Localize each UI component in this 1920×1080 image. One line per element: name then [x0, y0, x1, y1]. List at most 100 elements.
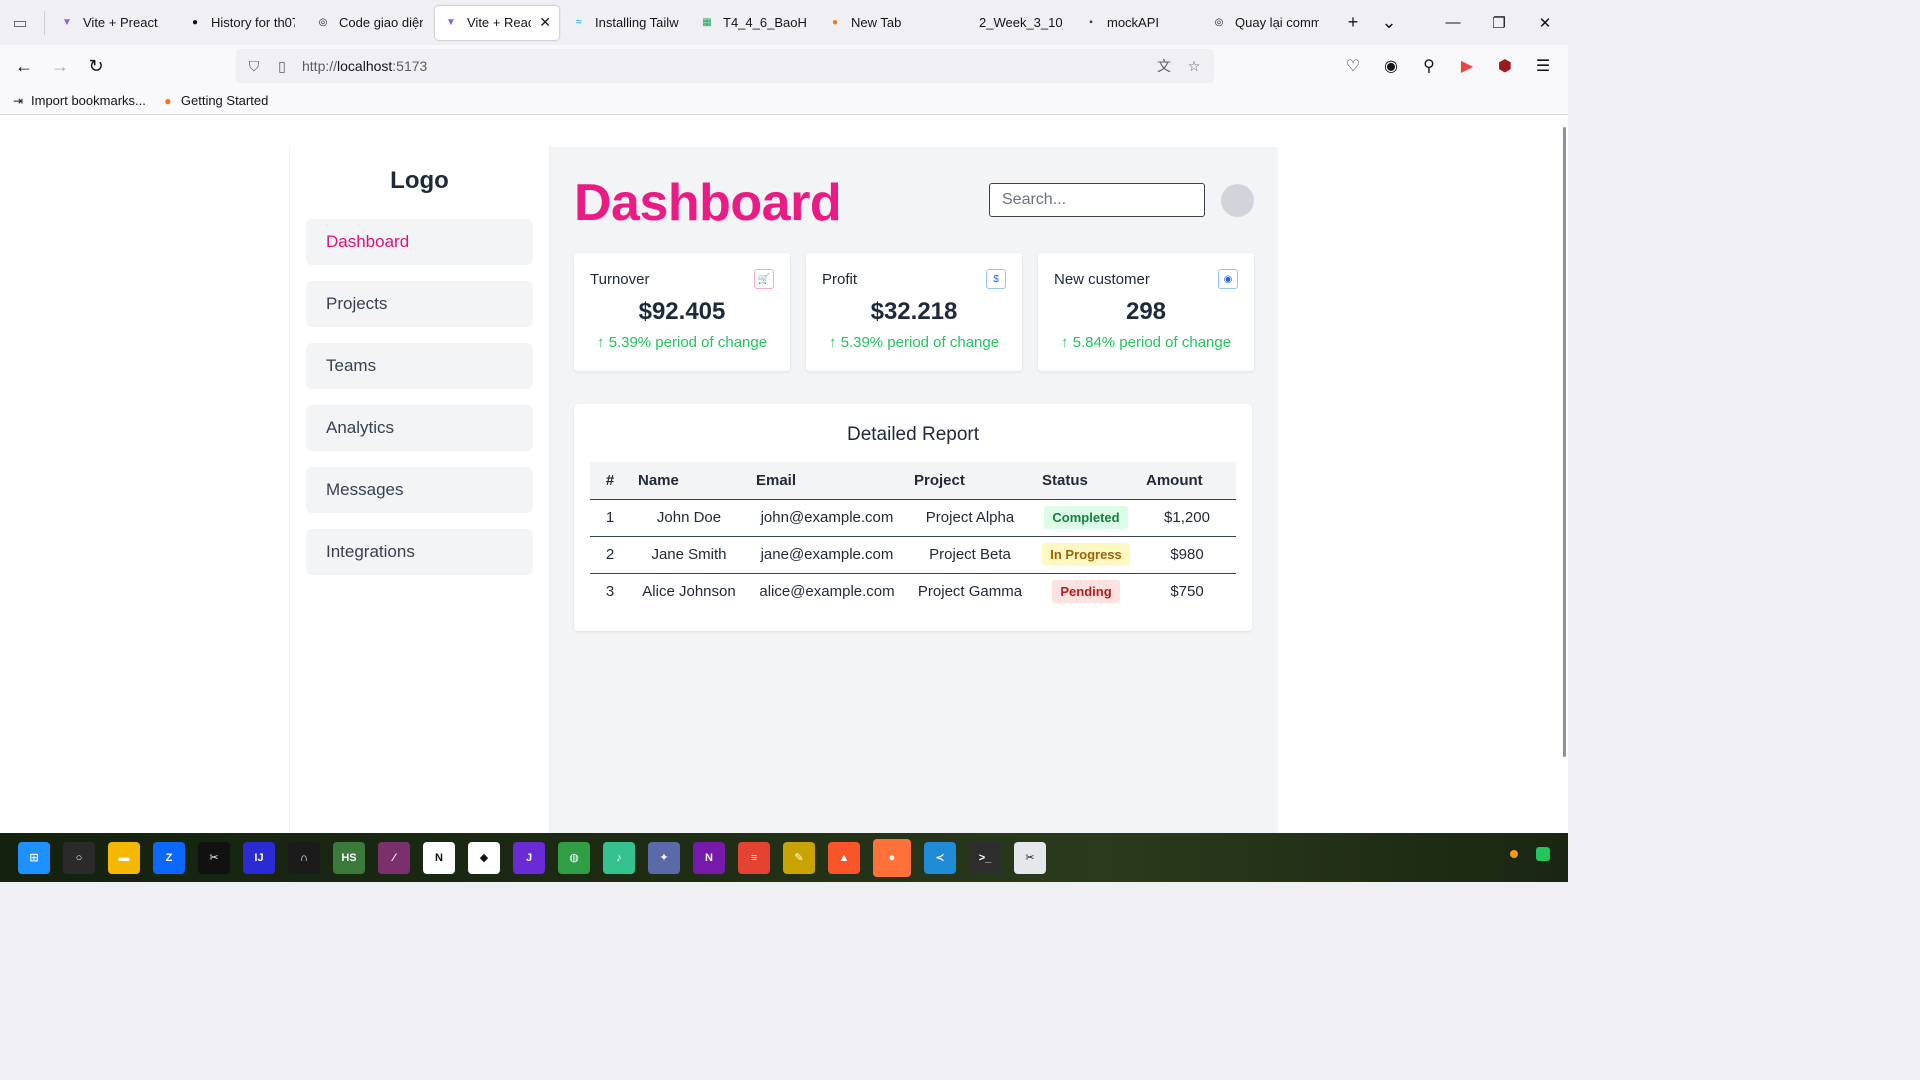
- page-scrollbar[interactable]: [1560, 115, 1568, 833]
- tab[interactable]: ▦ T4_4_6_BaoHa_: [691, 6, 815, 40]
- logo: Logo: [390, 167, 449, 194]
- tab[interactable]: 2_Week_3_10_Reac: [947, 6, 1071, 40]
- search-icon[interactable]: ○: [63, 841, 95, 874]
- bookmark-star-icon[interactable]: ☆: [1180, 52, 1208, 80]
- status-badge: Completed: [1044, 506, 1128, 529]
- bookmarks-toolbar: ⇥ Import bookmarks... ● Getting Started: [0, 87, 1568, 115]
- page-title: Dashboard: [574, 174, 842, 232]
- sidebar-item-projects[interactable]: Projects: [306, 281, 533, 327]
- extensions-icon[interactable]: ⚲: [1412, 49, 1446, 83]
- customer-icon: ◉: [1218, 269, 1238, 289]
- terminal-icon[interactable]: >_: [969, 841, 1001, 874]
- main-content: Dashboard Turnover 🛒 $92.405 ↑ 5.39% period…: [550, 147, 1278, 833]
- close-tab-icon[interactable]: ✕: [539, 14, 551, 31]
- stat-card: Turnover 🛒 $92.405 ↑ 5.39% period of change: [574, 253, 790, 371]
- vscode-icon[interactable]: ≺: [924, 841, 956, 874]
- app-icon[interactable]: ⁄: [378, 841, 410, 874]
- detailed-report: Detailed Report # Name Email Project Sta…: [574, 404, 1252, 631]
- firefox-view-icon[interactable]: ▭: [0, 0, 40, 45]
- tab-title: History for th07: [211, 15, 295, 30]
- notification-dot-icon[interactable]: [1510, 850, 1518, 858]
- back-button[interactable]: ←: [6, 50, 42, 82]
- window-close-button[interactable]: ✕: [1522, 0, 1568, 45]
- mockapi-icon: ▪: [1089, 17, 1093, 28]
- youtube-extension-icon[interactable]: ▶: [1450, 49, 1484, 83]
- tab[interactable]: ≈ Installing Tailwi: [563, 6, 687, 40]
- tab[interactable]: ◎ Quay lại comm: [1203, 6, 1327, 40]
- app-icon[interactable]: ∩: [288, 841, 320, 874]
- intellij-icon[interactable]: IJ: [243, 841, 275, 874]
- url-text[interactable]: http://localhost:5173: [302, 58, 427, 74]
- new-tab-button[interactable]: +: [1335, 5, 1371, 41]
- ublock-icon[interactable]: ⬢: [1488, 49, 1522, 83]
- dashboard-app: Logo Dashboard Projects Teams Analytics Mess…: [290, 147, 1278, 833]
- todoist-icon[interactable]: ≡: [738, 841, 770, 874]
- app-icon[interactable]: ✦: [648, 841, 680, 874]
- tray-app-icon[interactable]: [1536, 847, 1550, 861]
- firefox-icon[interactable]: ●: [873, 838, 911, 877]
- sheets-icon: ▦: [702, 17, 712, 28]
- file-explorer-icon[interactable]: ▬: [108, 841, 140, 874]
- cell-status: In Progress: [1034, 536, 1138, 573]
- column-header-number: #: [605, 471, 615, 489]
- jetbrains-icon[interactable]: J: [513, 841, 545, 874]
- sidebar-item-messages[interactable]: Messages: [306, 467, 533, 513]
- cell-name: John Doe: [656, 509, 722, 526]
- sidebar-item-teams[interactable]: Teams: [306, 343, 533, 389]
- tab[interactable]: ◎ Code giao diện: [307, 6, 431, 40]
- stat-card: New customer ◉ 298 ↑ 5.84% period of change: [1038, 253, 1254, 371]
- snipping-tool-icon[interactable]: ✂: [1014, 841, 1046, 874]
- cell-amount: $750: [1170, 583, 1204, 601]
- zalo-icon[interactable]: Z: [153, 841, 185, 874]
- card-label: Turnover: [590, 271, 650, 288]
- page-viewport: Logo Dashboard Projects Teams Analytics Mess…: [0, 115, 1568, 833]
- url-bar[interactable]: ⛉ ▯ http://localhost:5173 文 ☆: [236, 49, 1214, 83]
- sidebar-item-dashboard[interactable]: Dashboard: [306, 219, 533, 265]
- microphone-icon[interactable]: ♪: [603, 841, 635, 874]
- tab[interactable]: ● History for th07: [179, 6, 303, 40]
- capcut-icon[interactable]: ✂: [198, 841, 230, 874]
- pocket-icon[interactable]: ♡: [1336, 49, 1370, 83]
- column-header-status: Status: [1042, 471, 1088, 489]
- sidebar-item-integrations[interactable]: Integrations: [306, 529, 533, 575]
- tab-title: Quay lại comm: [1235, 15, 1319, 30]
- github-icon: ●: [191, 17, 199, 28]
- cell-email: john@example.com: [760, 509, 894, 526]
- tab[interactable]: ▼ Vite + Preact: [51, 6, 175, 40]
- brave-icon[interactable]: ▲: [828, 841, 860, 874]
- chrome-icon[interactable]: ◍: [558, 841, 590, 874]
- avatar[interactable]: [1221, 183, 1254, 217]
- chatgpt-icon: ◎: [1214, 17, 1224, 28]
- account-icon[interactable]: ◉: [1374, 49, 1408, 83]
- tab[interactable]: ▼ Vite + React ✕: [435, 5, 559, 40]
- bookmark-import[interactable]: ⇥ Import bookmarks...: [10, 93, 146, 109]
- cell-email: jane@example.com: [760, 546, 894, 563]
- vite-icon: ▼: [62, 17, 72, 28]
- list-all-tabs-button[interactable]: ⌄: [1371, 5, 1407, 41]
- sidebar-item-analytics[interactable]: Analytics: [306, 405, 533, 451]
- onenote-icon[interactable]: N: [693, 841, 725, 874]
- sidebar-item-label: Dashboard: [326, 232, 410, 251]
- bookmark-getting-started[interactable]: ● Getting Started: [160, 93, 268, 109]
- app-icon[interactable]: ✎: [783, 841, 815, 874]
- tab[interactable]: ● New Tab: [819, 6, 943, 40]
- menu-icon[interactable]: ☰: [1526, 49, 1560, 83]
- page-info-icon[interactable]: ▯: [268, 52, 296, 80]
- forward-button[interactable]: →: [42, 50, 78, 82]
- report-table: # Name Email Project Status Amount 1 John…: [590, 462, 1236, 610]
- tab-title: New Tab: [851, 15, 902, 30]
- minimize-button[interactable]: —: [1430, 0, 1476, 45]
- search-input[interactable]: [989, 183, 1205, 217]
- reload-button[interactable]: ↻: [78, 50, 114, 82]
- tab[interactable]: ▪ mockAPI: [1075, 6, 1199, 40]
- hs-icon[interactable]: HS: [333, 841, 365, 874]
- restore-button[interactable]: ❐: [1476, 0, 1522, 45]
- notion-icon[interactable]: N: [423, 841, 455, 874]
- report-table-body: 1 John Doe john@example.com Project Alpha Co…: [590, 499, 1236, 610]
- blank-icon: [955, 15, 971, 31]
- scrollbar-thumb[interactable]: [1563, 127, 1566, 757]
- tracking-protection-icon[interactable]: ⛉: [240, 52, 268, 80]
- cursor-icon[interactable]: ◆: [468, 841, 500, 874]
- translate-icon[interactable]: 文: [1150, 52, 1178, 80]
- windows-start-icon[interactable]: ⊞: [18, 841, 50, 874]
